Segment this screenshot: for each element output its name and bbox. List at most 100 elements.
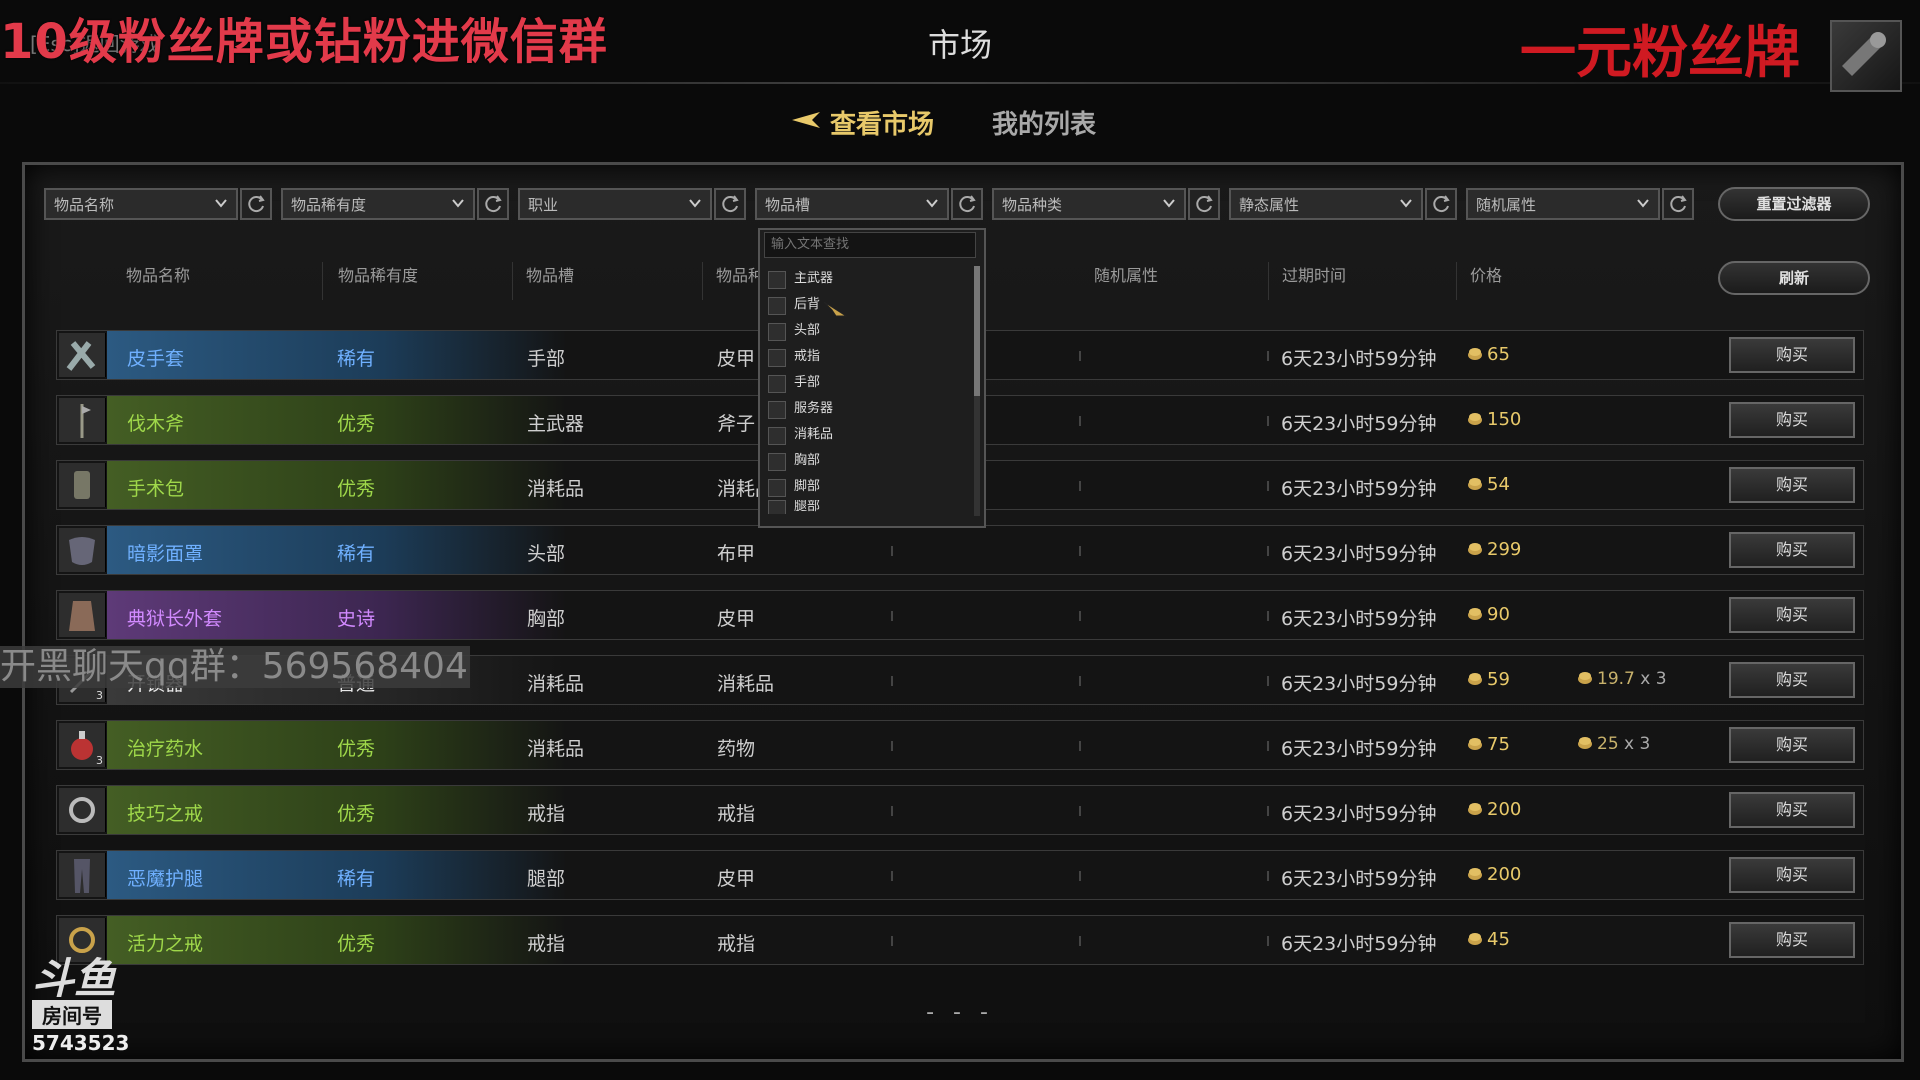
filter-random-attr-label: 随机属性 [1476, 196, 1537, 214]
filter-static-attr-refresh-button[interactable] [1425, 188, 1457, 220]
price: 54 [1467, 474, 1510, 495]
filter-item-type-refresh-button[interactable] [1188, 188, 1220, 220]
reset-filters-button[interactable]: 重置过滤器 [1718, 187, 1870, 221]
filter-rarity[interactable]: 物品稀有度 [281, 188, 475, 220]
column-divider [1079, 611, 1081, 621]
checkbox[interactable] [768, 427, 786, 445]
filter-slot-refresh-button[interactable] [951, 188, 983, 220]
slot-option[interactable]: 主武器 [764, 266, 964, 292]
slot-option[interactable]: 戒指 [764, 344, 964, 370]
tab-view-market[interactable]: 查看市场 [792, 104, 934, 141]
filter-class-label: 职业 [528, 196, 559, 214]
slot-option[interactable]: 后背 [764, 292, 964, 318]
price: 45 [1467, 929, 1510, 950]
table-row[interactable]: 3 治疗药水 优秀 消耗品 药物 6天23小时59分钟 75 25 x 3 购买 [56, 720, 1864, 770]
column-divider [891, 936, 893, 946]
gloves-icon [59, 333, 106, 377]
filter-rarity-refresh-button[interactable] [477, 188, 509, 220]
room-number: 5743523 [32, 1031, 130, 1055]
filter-class-refresh-button[interactable] [714, 188, 746, 220]
slot-option[interactable]: 头部 [764, 318, 964, 344]
refresh-button[interactable]: 刷新 [1718, 261, 1870, 295]
filter-class[interactable]: 职业 [518, 188, 712, 220]
buy-button[interactable]: 购买 [1729, 402, 1855, 438]
expiry-time: 6天23小时59分钟 [1281, 348, 1437, 370]
filter-static-attr[interactable]: 静态属性 [1229, 188, 1423, 220]
checkbox[interactable] [768, 500, 786, 514]
filter-random-attr[interactable]: 随机属性 [1466, 188, 1660, 220]
slot-option[interactable]: 胸部 [764, 448, 964, 474]
scrollbar-thumb[interactable] [974, 266, 980, 396]
checkbox[interactable] [768, 297, 786, 315]
table-row[interactable]: 典狱长外套 史诗 胸部 皮甲 6天23小时59分钟 90 购买 [56, 590, 1864, 640]
coat-icon [59, 593, 106, 637]
mask-icon [59, 528, 106, 572]
buy-button[interactable]: 购买 [1729, 597, 1855, 633]
checkbox[interactable] [768, 349, 786, 367]
price-value: 59 [1487, 669, 1510, 690]
filter-item-name-refresh-button[interactable] [240, 188, 272, 220]
price: 59 [1467, 669, 1510, 690]
active-tab-arrow-icon [790, 108, 822, 139]
slot-option[interactable]: 服务器 [764, 396, 964, 422]
corner-item-icon [1830, 20, 1902, 92]
checkbox[interactable] [768, 375, 786, 393]
gold-coin-icon [1468, 673, 1482, 685]
price-value: 45 [1487, 929, 1510, 950]
checkbox[interactable] [768, 401, 786, 419]
checkbox[interactable] [768, 479, 786, 497]
buy-button[interactable]: 购买 [1729, 857, 1855, 893]
slot-option[interactable]: 手部 [764, 370, 964, 396]
chevron-down-icon [926, 199, 938, 208]
checkbox[interactable] [768, 271, 786, 289]
buy-button[interactable]: 购买 [1729, 467, 1855, 503]
buy-button[interactable]: 购买 [1729, 662, 1855, 698]
price-value: 299 [1487, 539, 1522, 560]
pagination-indicator: - - - [926, 1000, 994, 1025]
filter-slot-label: 物品槽 [765, 196, 811, 214]
buy-button[interactable]: 购买 [1729, 337, 1855, 373]
column-header-name[interactable]: 物品名称 [126, 262, 190, 286]
table-row[interactable]: 恶魔护腿 稀有 腿部 皮甲 6天23小时59分钟 200 购买 [56, 850, 1864, 900]
gold-coin-icon [1468, 478, 1482, 490]
item-slot: 消耗品 [527, 738, 585, 760]
buy-button[interactable]: 购买 [1729, 532, 1855, 568]
table-row[interactable]: 技巧之戒 优秀 戒指 戒指 6天23小时59分钟 200 购买 [56, 785, 1864, 835]
filter-static-attr-label: 静态属性 [1239, 196, 1300, 214]
column-header-random-attr[interactable]: 随机属性 [1094, 262, 1158, 286]
item-type: 戒指 [717, 933, 756, 955]
slot-option[interactable]: 消耗品 [764, 422, 964, 448]
qq-group-watermark: 开黑聊天qq群：569568404 [0, 646, 470, 688]
expiry-time: 6天23小时59分钟 [1281, 413, 1437, 435]
column-header-price[interactable]: 价格 [1470, 262, 1502, 286]
item-slot: 腿部 [527, 868, 566, 890]
leggings-icon [59, 853, 106, 897]
tab-my-listings[interactable]: 我的列表 [992, 104, 1096, 141]
column-divider [1456, 262, 1457, 300]
gold-coin-icon [1468, 738, 1482, 750]
column-header-rarity[interactable]: 物品稀有度 [338, 262, 418, 286]
table-row[interactable]: 活力之戒 优秀 戒指 戒指 6天23小时59分钟 45 购买 [56, 915, 1864, 965]
buy-button[interactable]: 购买 [1729, 922, 1855, 958]
buy-button[interactable]: 购买 [1729, 792, 1855, 828]
buy-button[interactable]: 购买 [1729, 727, 1855, 763]
checkbox[interactable] [768, 323, 786, 341]
filter-item-type[interactable]: 物品种类 [992, 188, 1186, 220]
column-divider [1079, 351, 1081, 361]
slot-option[interactable]: 腿部 [764, 500, 964, 514]
filter-random-attr-refresh-button[interactable] [1662, 188, 1694, 220]
price: 90 [1467, 604, 1510, 625]
slot-option[interactable]: 脚部 [764, 474, 964, 500]
table-row[interactable]: 暗影面罩 稀有 头部 布甲 6天23小时59分钟 299 购买 [56, 525, 1864, 575]
column-divider [1267, 351, 1269, 361]
filter-item-name[interactable]: 物品名称 [44, 188, 238, 220]
gold-coin-icon [1468, 803, 1482, 815]
column-header-slot[interactable]: 物品槽 [526, 262, 574, 286]
tab-my-listings-label: 我的列表 [992, 110, 1097, 140]
dropdown-scrollbar[interactable] [974, 266, 980, 516]
column-divider [1267, 416, 1269, 426]
slot-search-input[interactable] [764, 232, 976, 258]
checkbox[interactable] [768, 453, 786, 471]
column-header-expiry[interactable]: 过期时间 [1282, 262, 1346, 286]
filter-slot[interactable]: 物品槽 [755, 188, 949, 220]
